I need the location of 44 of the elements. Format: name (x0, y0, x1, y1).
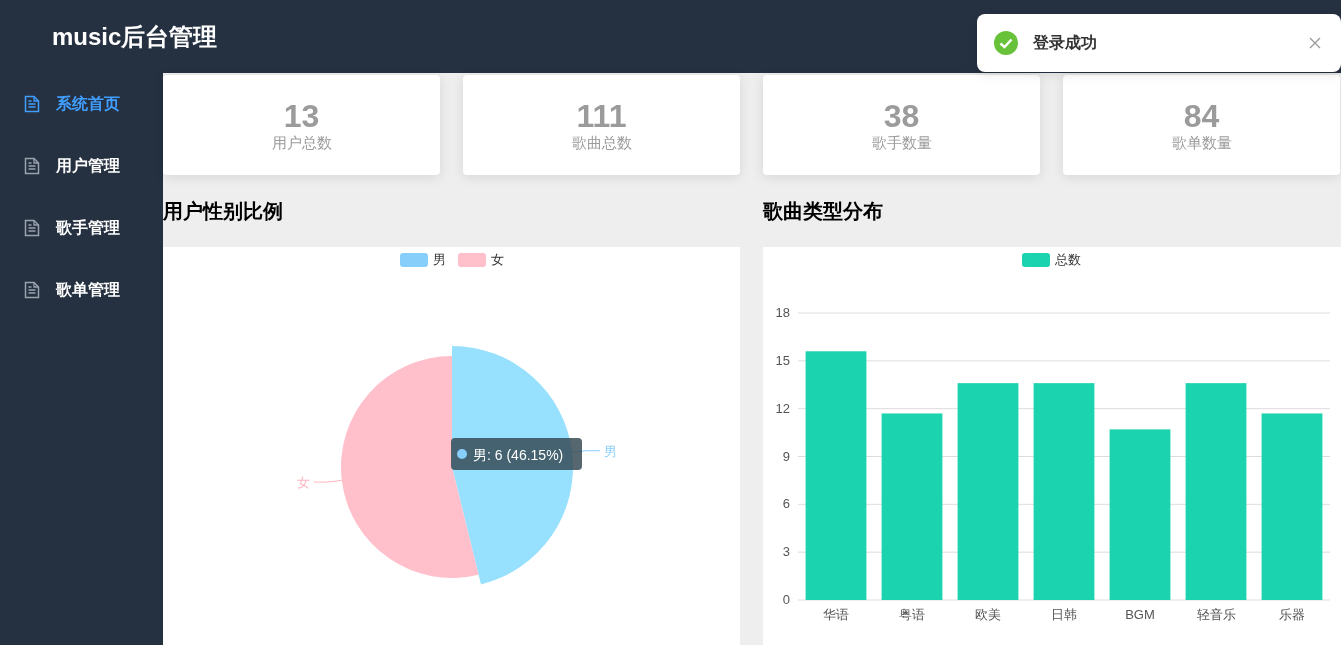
app-title: music后台管理 (52, 21, 218, 52)
axis-label: 华语 (823, 607, 849, 622)
axis-label: 轻音乐 (1196, 607, 1236, 622)
document-icon (24, 95, 40, 113)
stat-label: 歌单数量 (1171, 133, 1232, 153)
legend-item[interactable]: 总数 (1022, 252, 1081, 267)
chart-title: 歌曲类型分布 (763, 198, 884, 224)
axis-label: 15 (775, 352, 790, 368)
document-icon (24, 219, 40, 237)
axis-label: 乐器 (1279, 607, 1305, 622)
axis-label: 18 (775, 305, 790, 320)
axis-label: 0 (782, 592, 790, 607)
leader-line (313, 479, 343, 483)
stat-value: 111 (576, 97, 627, 134)
stat-value: 38 (883, 97, 920, 134)
stat-label: 歌曲总数 (571, 133, 632, 153)
stat-value: 13 (283, 97, 320, 134)
sidebar-item[interactable]: 用户管理 (0, 135, 163, 197)
axis-label: 12 (775, 400, 790, 416)
toast-message: 登录成功 (1033, 32, 1098, 53)
legend-label: 女 (491, 252, 504, 267)
document-icon (24, 157, 40, 175)
check-circle-icon (994, 31, 1018, 55)
axis-label: 3 (782, 544, 790, 560)
stat-label: 歌手数量 (871, 133, 932, 153)
legend-label: 总数 (1054, 252, 1081, 267)
axis-label: 粤语 (899, 607, 925, 622)
slice-label: 男 (433, 252, 446, 267)
axis-label: 日韩 (1051, 607, 1077, 622)
sidebar-item[interactable]: 系统首页 (0, 73, 163, 135)
axis-label: BGM (1125, 607, 1155, 622)
document-icon (24, 281, 40, 299)
close-icon[interactable] (1309, 37, 1321, 49)
axis-label: 9 (782, 448, 790, 464)
chart-title: 用户性别比例 (163, 198, 284, 224)
axis-label: 6 (782, 496, 790, 512)
tooltip: 男: 6 (46.15%) (451, 438, 582, 470)
sidebar-item[interactable]: 歌单管理 (0, 259, 163, 321)
stat-value: 84 (1183, 97, 1220, 134)
axis-label: 欧美 (975, 607, 1001, 622)
stat-label: 用户总数 (271, 133, 332, 153)
slice-label: 女 (296, 475, 310, 491)
sidebar-item[interactable]: 歌手管理 (0, 197, 163, 259)
slice-label: 男 (604, 443, 617, 459)
